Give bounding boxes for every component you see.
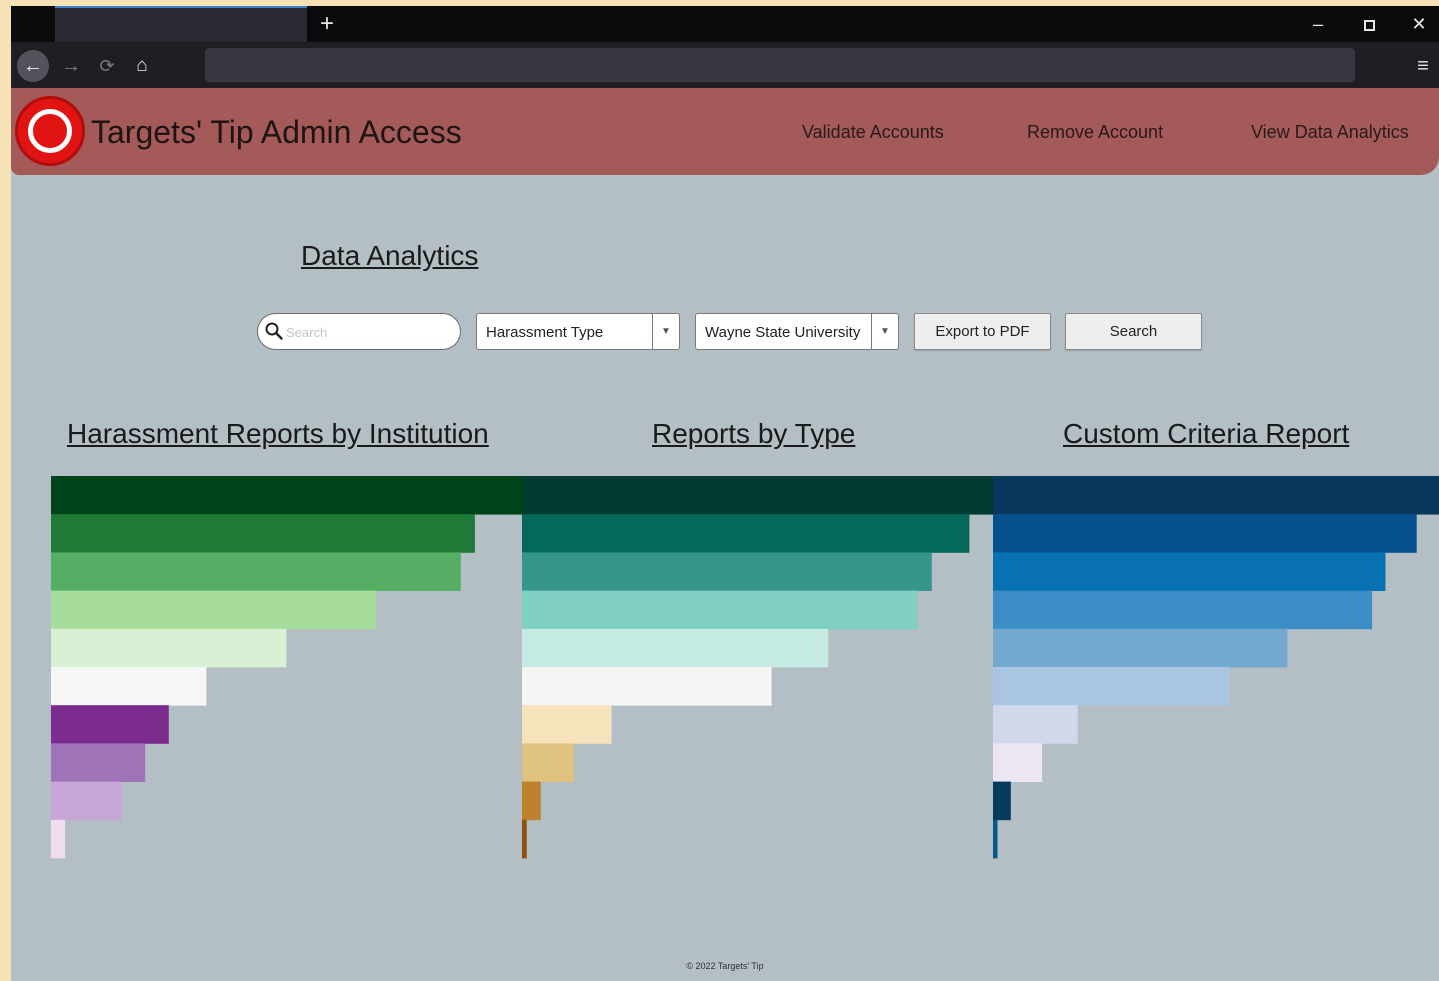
app-header: Targets' Tip Admin Access Validate Accou… — [11, 88, 1439, 175]
institution-bar — [51, 705, 169, 744]
page-title: Data Analytics — [301, 240, 479, 271]
type-bar — [522, 667, 772, 706]
footer-copyright: © 2022 Targets' Tip — [686, 961, 764, 971]
type-bar — [522, 590, 918, 630]
institution-bar — [51, 628, 287, 668]
nav-view-data-analytics[interactable]: View Data Analytics — [1251, 122, 1409, 143]
type-bar — [522, 705, 612, 744]
custom-bar-chart — [993, 476, 1439, 859]
institution-bar — [51, 552, 461, 591]
custom-bar — [993, 514, 1417, 553]
custom-bar — [993, 476, 1439, 515]
back-button[interactable]: ← — [17, 50, 49, 82]
export-pdf-button[interactable]: Export to PDF — [914, 313, 1051, 350]
custom-bar — [993, 628, 1288, 668]
custom-bar — [993, 743, 1043, 782]
logo-center — [41, 122, 59, 140]
custom-chart-title: Custom Criteria Report — [1063, 418, 1350, 449]
institution-bar — [51, 781, 122, 821]
institution-bar — [51, 514, 475, 553]
minimize-button[interactable]: – — [1298, 10, 1338, 38]
custom-bar — [993, 590, 1373, 630]
forward-button[interactable]: → — [57, 50, 85, 82]
type-bar-chart — [522, 476, 993, 859]
institution-bar — [51, 667, 207, 706]
institution-bar — [51, 590, 376, 630]
institution-chart-title: Harassment Reports by Institution — [67, 418, 489, 449]
browser-window: + – ✕ ← → ⟳ ⌂ ≡ Targets' Tip Admin Acces… — [11, 6, 1439, 981]
institution-bar-chart — [51, 476, 522, 859]
institution-bar — [51, 743, 146, 782]
harassment-type-select[interactable]: Harassment Type ▼ — [476, 313, 680, 350]
harassment-type-value: Harassment Type — [486, 324, 604, 341]
target-logo-icon — [15, 96, 85, 166]
custom-bar — [993, 552, 1386, 591]
browser-tab[interactable] — [55, 6, 307, 42]
type-bar — [522, 628, 829, 668]
menu-button[interactable]: ≡ — [1409, 50, 1437, 82]
type-bar — [522, 514, 970, 553]
new-tab-button[interactable]: + — [313, 10, 341, 38]
type-bar — [522, 781, 541, 821]
home-button[interactable]: ⌂ — [127, 50, 157, 82]
browser-toolbar: ← → ⟳ ⌂ ≡ — [11, 42, 1439, 88]
type-bar — [522, 552, 932, 591]
chevron-down-icon[interactable]: ▼ — [871, 314, 898, 349]
type-bar — [522, 743, 574, 782]
maximize-button[interactable] — [1349, 10, 1389, 38]
search-field[interactable] — [257, 313, 461, 350]
institution-bar — [51, 819, 66, 859]
app-title: Targets' Tip Admin Access — [91, 114, 462, 150]
search-button[interactable]: Search — [1065, 313, 1202, 350]
custom-bar — [993, 781, 1011, 821]
tab-bar: + – ✕ — [11, 6, 1439, 42]
maximize-icon — [1363, 19, 1375, 31]
custom-bar — [993, 819, 998, 859]
custom-bar — [993, 667, 1230, 706]
search-icon — [265, 322, 283, 340]
institution-bar — [51, 476, 522, 515]
type-bar — [522, 819, 527, 859]
bar-charts — [51, 476, 1439, 859]
reload-button[interactable]: ⟳ — [93, 50, 121, 82]
institution-select[interactable]: Wayne State University ▼ — [695, 313, 899, 350]
close-button[interactable]: ✕ — [1399, 10, 1439, 38]
institution-value: Wayne State University — [705, 324, 861, 341]
address-bar[interactable] — [205, 48, 1355, 82]
nav-remove-account[interactable]: Remove Account — [1027, 122, 1163, 143]
search-input[interactable] — [286, 322, 446, 342]
chevron-down-icon[interactable]: ▼ — [652, 314, 679, 349]
nav-validate-accounts[interactable]: Validate Accounts — [802, 122, 944, 143]
charts-area — [11, 476, 1439, 876]
type-chart-title: Reports by Type — [652, 418, 856, 449]
type-bar — [522, 476, 993, 515]
custom-bar — [993, 705, 1078, 744]
